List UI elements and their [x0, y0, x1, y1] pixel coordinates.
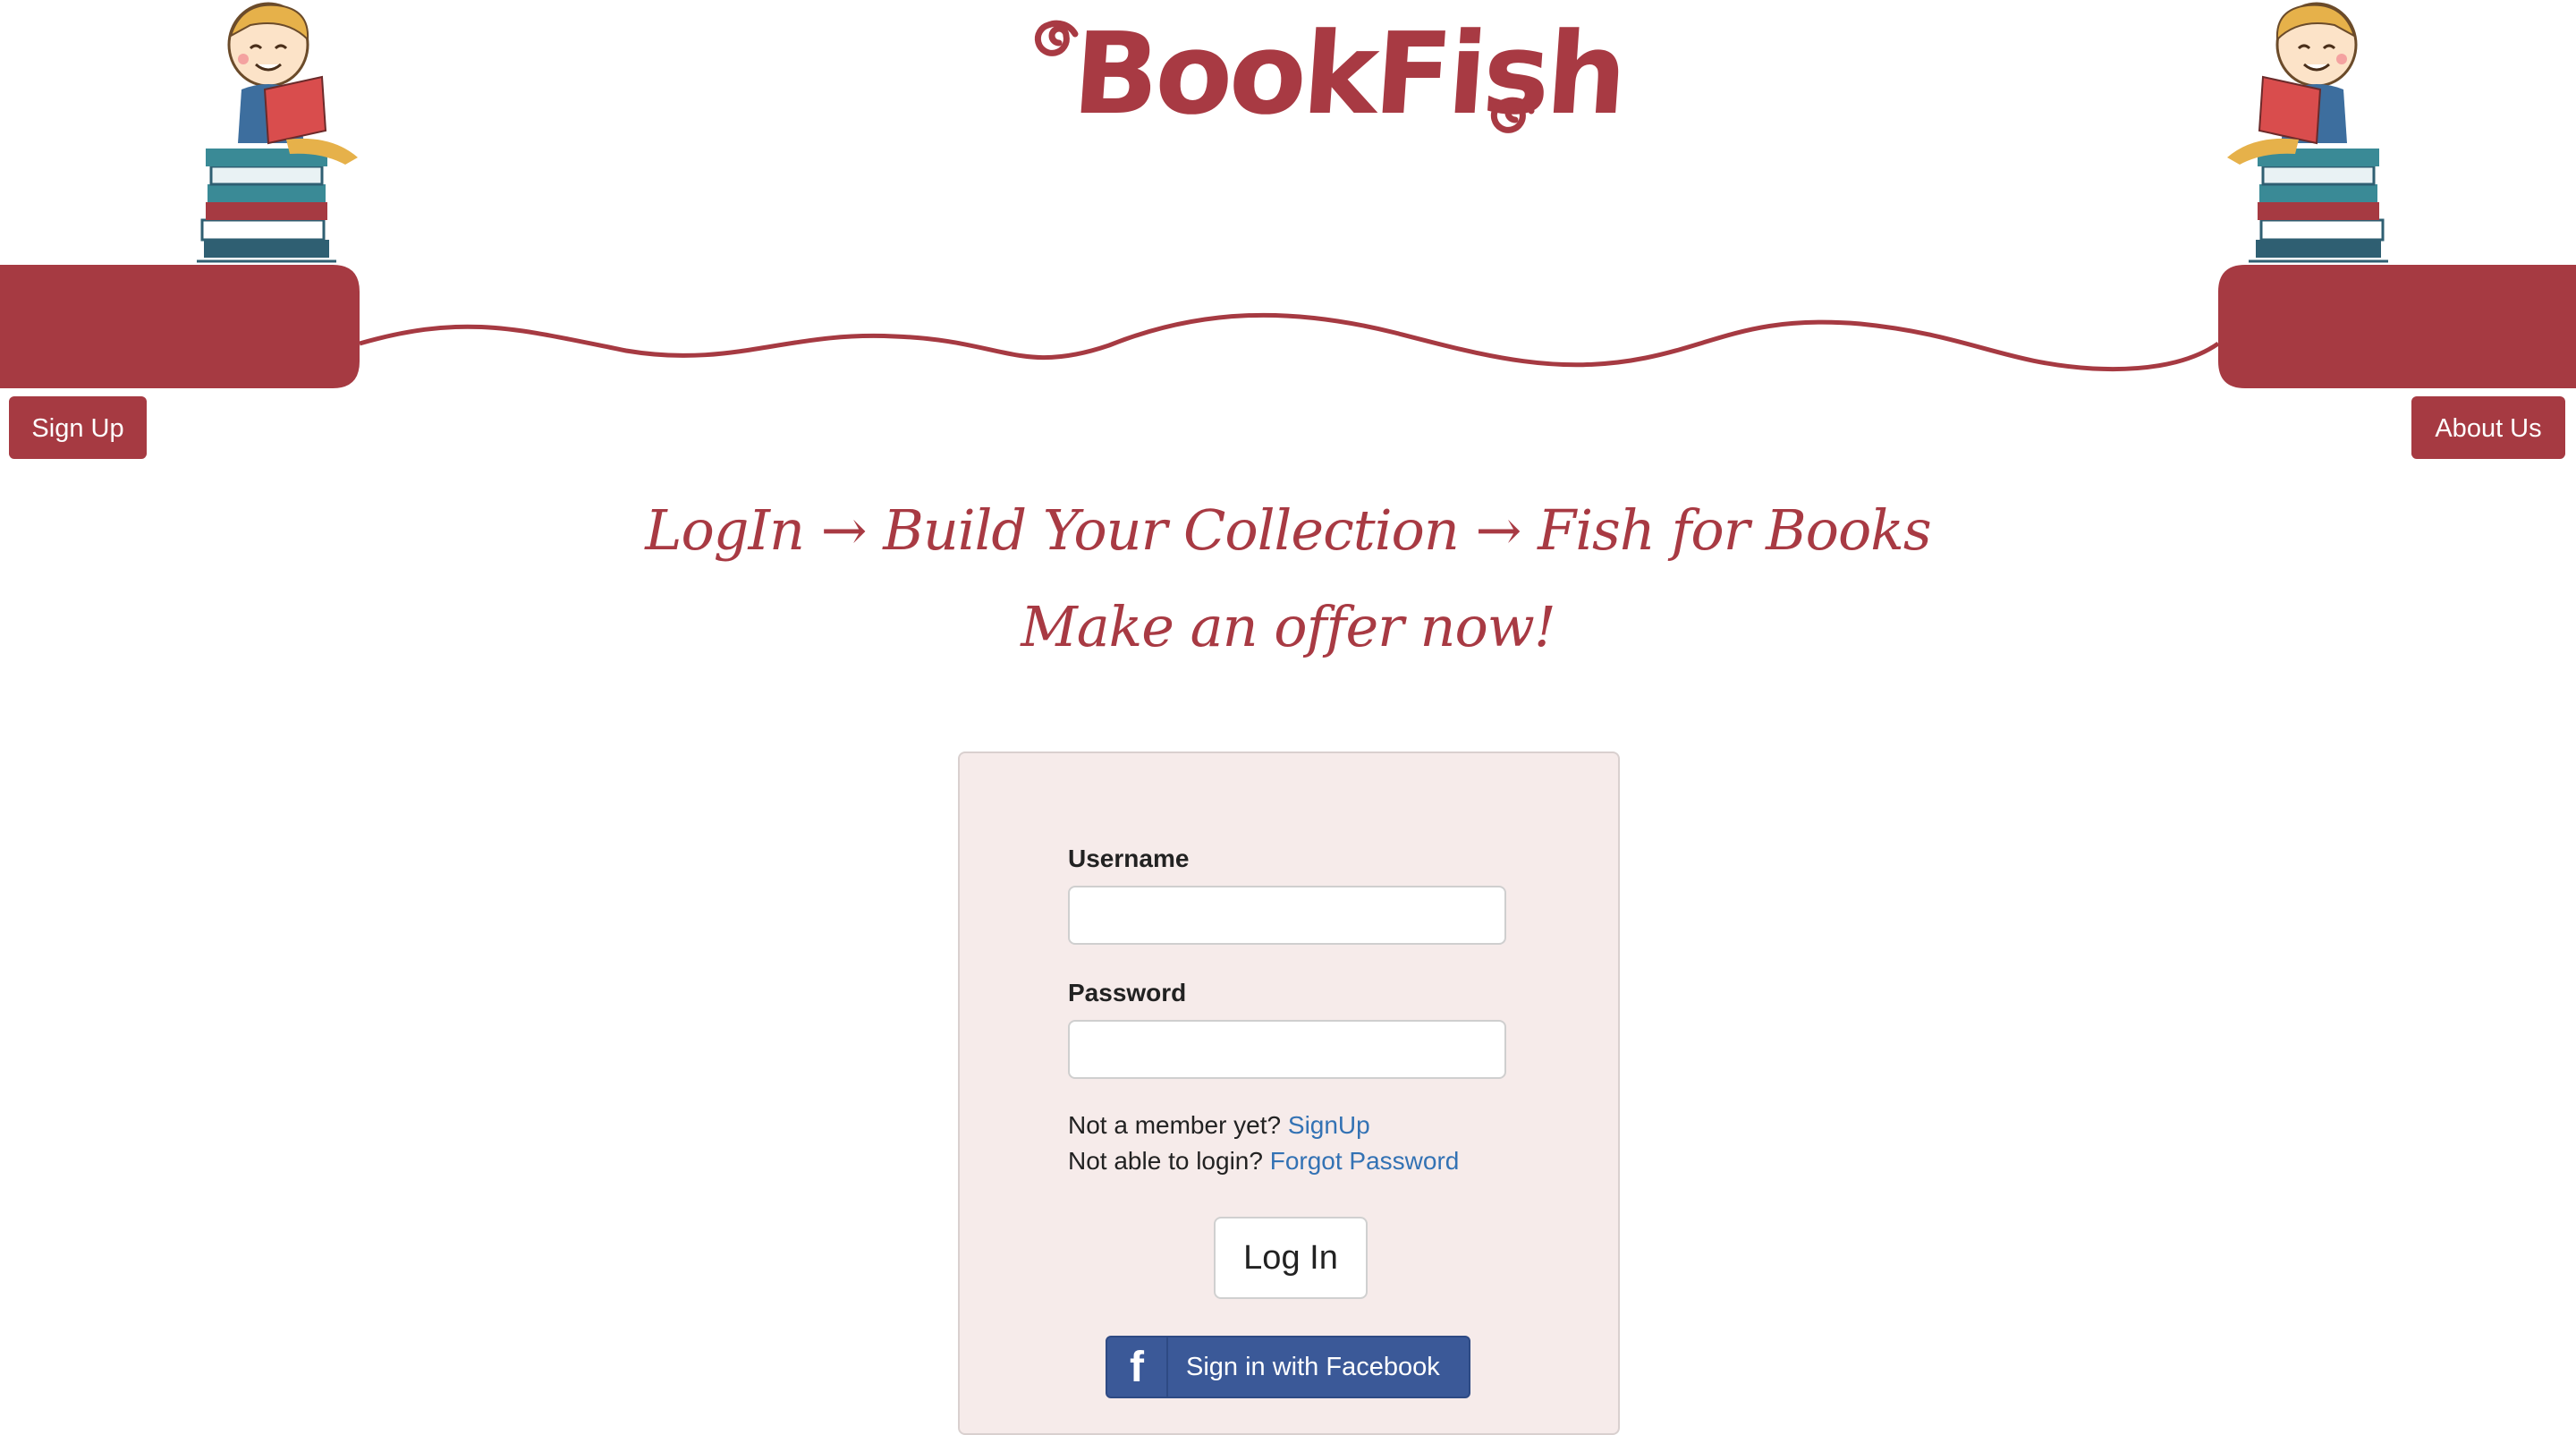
- cant-login-text: Not able to login?: [1068, 1147, 1263, 1175]
- log-in-button[interactable]: Log In: [1214, 1217, 1368, 1299]
- password-label: Password: [1068, 979, 1187, 1006]
- forgot-password-link[interactable]: Forgot Password: [1270, 1147, 1460, 1175]
- reading-kid-icon: [197, 2, 358, 263]
- forgot-prompt: Not able to login? Forgot Password: [1068, 1147, 1459, 1176]
- site-logo[interactable]: BookFish: [1029, 0, 1628, 157]
- facebook-sign-in-label: Sign in with Facebook: [1186, 1353, 1440, 1381]
- signup-prompt: Not a member yet? SignUp: [1068, 1111, 1370, 1140]
- sign-up-button[interactable]: Sign Up: [9, 396, 147, 459]
- username-input[interactable]: [1068, 886, 1506, 945]
- facebook-sign-in-button[interactable]: f Sign in with Facebook: [1106, 1336, 1470, 1398]
- facebook-icon: f: [1107, 1337, 1168, 1397]
- login-panel: Username Password Not a member yet? Sign…: [958, 751, 1620, 1435]
- tagline-offer: Make an offer now!: [1021, 594, 1556, 659]
- tagline-steps: LogIn → Build Your Collection → Fish for…: [645, 497, 1931, 563]
- signup-link[interactable]: SignUp: [1288, 1111, 1370, 1139]
- password-input[interactable]: [1068, 1020, 1506, 1079]
- swirl-icon: [1490, 97, 1535, 133]
- about-us-button[interactable]: About Us: [2411, 396, 2565, 459]
- not-member-text: Not a member yet?: [1068, 1111, 1282, 1139]
- reading-kid-icon: [2227, 2, 2388, 263]
- username-label: Username: [1068, 845, 1190, 872]
